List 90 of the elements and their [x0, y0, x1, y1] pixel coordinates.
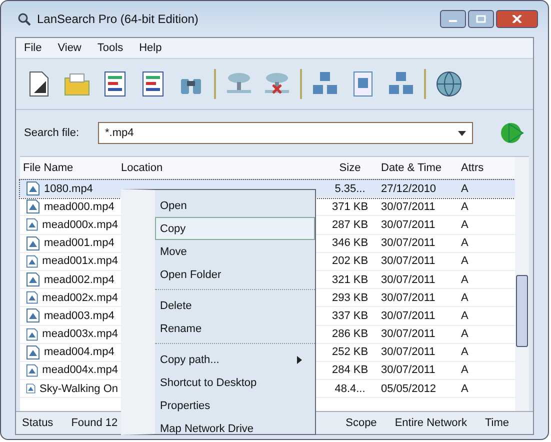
window-title: LanSearch Pro (64-bit Edition) [37, 12, 198, 26]
video-file-icon [26, 308, 40, 324]
video-file-icon [26, 344, 40, 360]
table-cell-text: A [460, 310, 470, 322]
minimize-button[interactable] [440, 10, 466, 28]
table-cell: mead002x.mp4 [42, 292, 118, 304]
table-cell-text: A [460, 382, 470, 395]
table-cell-text: 27/12/2010 [380, 182, 438, 195]
video-file-icon [26, 326, 38, 342]
table-cell-text: 30/07/2011 [380, 292, 436, 304]
table-cell-text: 202 KB [330, 255, 370, 268]
close-icon [512, 15, 522, 23]
table-cell-text: A [460, 292, 470, 304]
table-cell-text: 284 KB [330, 364, 370, 376]
video-file-icon [26, 272, 40, 288]
table-cell-text: 30/07/2011 [380, 364, 436, 376]
table-cell-text: 30/07/2011 [380, 200, 436, 213]
column-header[interactable]: Location [118, 162, 325, 174]
video-file-icon [26, 199, 40, 214]
menu-item[interactable]: Help [139, 42, 162, 54]
table-cell-text: 30/07/2011 [380, 346, 436, 358]
table-cell-text: 48.4... [334, 382, 366, 395]
table-cell-text: A [460, 182, 470, 195]
close-button[interactable] [496, 10, 538, 28]
table-cell-text: A [460, 237, 470, 250]
column-header[interactable]: Date & Time [375, 162, 455, 174]
video-file-icon [26, 290, 38, 306]
video-file-icon [26, 362, 38, 378]
caret-icon [458, 130, 466, 136]
table-cell: mead000x.mp4 [42, 218, 118, 231]
maximize-button[interactable] [468, 10, 494, 28]
search-label: Search file: [24, 127, 80, 139]
menu-item[interactable]: Map Network Drive [155, 417, 315, 439]
menu-item[interactable]: Tools [97, 42, 124, 54]
maximize-icon [476, 15, 486, 23]
status-text: Status [22, 417, 54, 429]
video-file-icon [26, 254, 38, 269]
menu-item[interactable]: View [58, 42, 82, 54]
globe-icon[interactable] [434, 69, 464, 99]
status-text: Entire Network [394, 417, 468, 429]
table-cell-text: 337 KB [330, 310, 370, 322]
status-text: Scope [346, 417, 378, 429]
table-cell: mead003.mp4 [44, 310, 114, 322]
table-cell-text: 287 KB [330, 218, 370, 231]
table-cell: mead003x.mp4 [42, 328, 118, 340]
status-text: Time [484, 417, 510, 429]
status-text: Found 12 [71, 417, 119, 429]
table-cell-text: 30/07/2011 [380, 237, 436, 250]
menu-item[interactable]: Copy [155, 217, 315, 240]
video-file-icon [26, 217, 38, 232]
table-cell-text: 05/05/2012 [380, 382, 438, 395]
play-icon[interactable] [499, 120, 525, 146]
table-cell-text: 30/07/2011 [380, 255, 436, 268]
scrollbar[interactable] [515, 157, 529, 411]
table-cell-text: 321 KB [330, 274, 370, 286]
table-cell-text: 30/07/2011 [380, 274, 436, 286]
table-cell: Sky-Walking On [40, 382, 118, 395]
table-cell-text: A [460, 200, 470, 213]
table-cell-text: 252 KB [330, 346, 370, 358]
table-cell-text: 5.35... [334, 182, 366, 195]
table-cell-text: A [460, 274, 470, 286]
table-cell: mead004.mp4 [44, 346, 114, 358]
table-cell-text: A [460, 255, 470, 268]
table-cell-text: A [460, 346, 470, 358]
table-cell: mead001.mp4 [44, 237, 114, 250]
column-header[interactable]: Size [325, 162, 375, 174]
table-cell-text: A [460, 364, 470, 376]
table-cell-text: A [460, 218, 470, 231]
table-cell-text: 293 KB [330, 292, 370, 304]
table-cell: mead000.mp4 [44, 200, 114, 213]
column-header[interactable]: Attrs [455, 162, 503, 174]
menu-item[interactable]: File [24, 42, 42, 54]
menu-item[interactable]: Open [155, 194, 315, 217]
video-file-icon [26, 236, 40, 251]
table-cell: 1080.mp4 [44, 182, 93, 195]
table-cell-text: 30/07/2011 [380, 218, 436, 231]
table-cell-text: 30/07/2011 [380, 310, 436, 322]
video-file-icon [26, 381, 36, 396]
table-cell: mead002.mp4 [44, 274, 114, 286]
search-field[interactable]: *.mp4 [98, 122, 473, 144]
menu-item[interactable]: Properties [155, 394, 315, 417]
table-cell-text: 371 KB [330, 200, 370, 213]
table-cell: mead004x.mp4 [42, 364, 118, 376]
column-header[interactable]: File Name [20, 162, 118, 174]
magnifier-icon [17, 12, 31, 26]
table-cell-text: 30/07/2011 [380, 328, 436, 340]
table-cell: mead001x.mp4 [42, 255, 118, 268]
table-cell-text: 286 KB [330, 328, 370, 340]
table-cell-text: 346 KB [330, 237, 370, 250]
table-cell-text: A [460, 328, 470, 340]
